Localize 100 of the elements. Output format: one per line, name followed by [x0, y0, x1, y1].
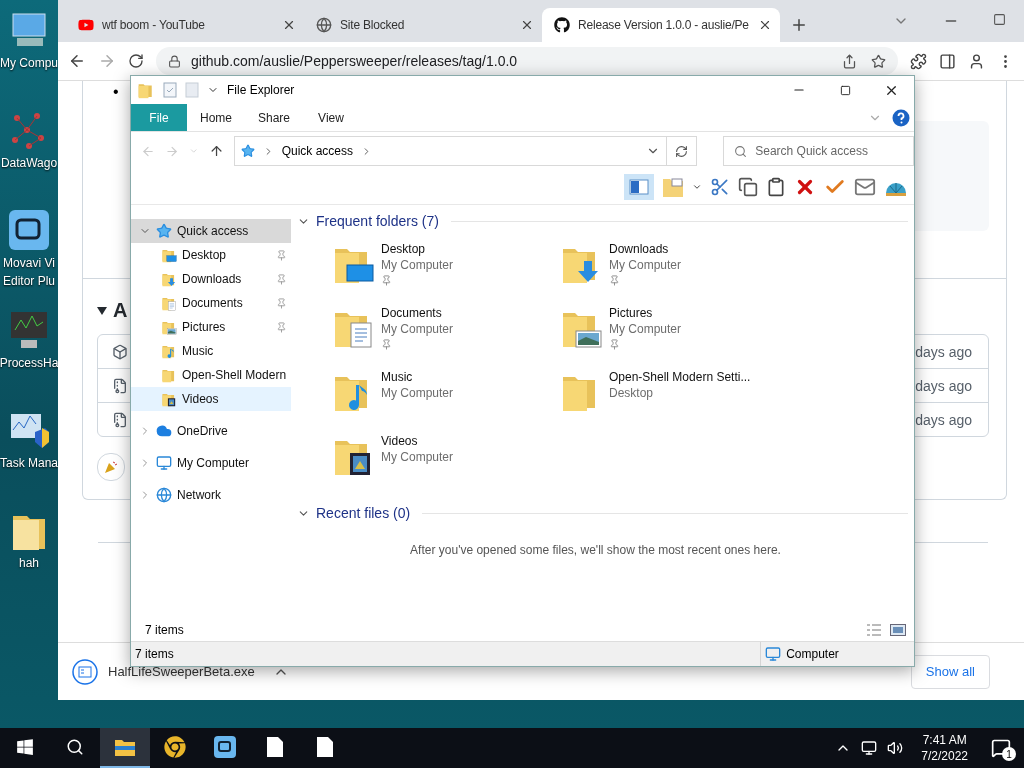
start-icon[interactable] [16, 738, 34, 756]
clock-date: 7/2/2022 [921, 748, 968, 764]
tree-label: Network [177, 488, 222, 502]
volume-icon[interactable] [887, 740, 904, 756]
folder-tile[interactable]: Desktop My Computer [331, 241, 559, 305]
email-icon[interactable] [854, 176, 876, 198]
tree-item[interactable]: Downloads [131, 267, 291, 291]
network-icon[interactable] [861, 740, 878, 756]
folder-icon [114, 737, 136, 757]
icon-label: My Compu [0, 56, 58, 70]
tree-item[interactable]: My Computer [131, 451, 291, 475]
folder-tile[interactable]: Pictures My Computer [559, 305, 787, 369]
search-input[interactable]: Search Quick access [755, 138, 913, 164]
icon-label: ProcessHa [0, 356, 59, 370]
window-title: File Explorer [227, 83, 295, 97]
folder-name: Documents [381, 305, 443, 321]
folder-tile[interactable]: Documents My Computer [331, 305, 559, 369]
asset-time: days ago [915, 377, 972, 394]
paste-icon[interactable] [766, 177, 786, 197]
preview-pane-icon[interactable] [624, 174, 654, 200]
folder-tile[interactable]: Downloads My Computer [559, 241, 787, 305]
tree-item[interactable]: Documents [131, 291, 291, 315]
reload-icon[interactable] [128, 53, 144, 69]
close-icon[interactable] [758, 18, 772, 32]
clock[interactable]: 7:41 AM 7/2/2022 [913, 732, 976, 764]
url-text: github.com/auslie/Peppersweeper/releases/tag/1.0.0 [191, 53, 518, 69]
new-tab-icon[interactable] [790, 16, 808, 34]
close-icon[interactable] [520, 18, 534, 32]
tree-label: Quick access [177, 224, 250, 238]
close-icon[interactable] [282, 18, 296, 32]
address-bar[interactable]: Quick access [233, 136, 668, 166]
search-icon [734, 144, 748, 158]
videos-icon [161, 391, 177, 407]
folder-location: My Computer [381, 321, 454, 337]
tab-title: wtf boom - YouTube [102, 18, 206, 32]
asset-time: days ago [915, 343, 972, 360]
folder-name: Pictures [609, 305, 654, 321]
ribbon-tab[interactable]: Home [187, 104, 245, 131]
ribbon-tab[interactable]: View [303, 104, 359, 131]
video-site-icon [78, 17, 94, 33]
share-icon[interactable] [842, 53, 857, 69]
octocat-icon [554, 17, 570, 33]
cloud-icon [156, 423, 172, 439]
folder-tile[interactable]: Music My Computer [331, 369, 559, 433]
search-field[interactable]: Search Quick access [723, 136, 914, 166]
taskbar-button[interactable] [100, 728, 150, 768]
browser-tab[interactable]: wtf boom - YouTube [66, 8, 304, 42]
help-icon[interactable] [892, 108, 910, 127]
dropdown-icon[interactable] [692, 182, 702, 192]
bookmark-icon[interactable] [871, 53, 886, 69]
tree-item[interactable]: Quick access [131, 219, 291, 243]
package-icon [112, 343, 128, 360]
status-text: 7 items [135, 647, 174, 661]
tab-title: Site Blocked [340, 18, 406, 32]
archive-icon [112, 411, 128, 428]
back-icon[interactable] [68, 52, 86, 70]
icon-label: hah [19, 556, 39, 570]
tree-item[interactable]: Videos [131, 387, 291, 411]
cut-icon[interactable] [710, 177, 730, 197]
folder-location: My Computer [381, 257, 454, 273]
disclosure-icon[interactable] [97, 306, 107, 315]
tree-item[interactable]: OneDrive [131, 419, 291, 443]
browser-tab[interactable]: Release Version 1.0.0 - auslie/Pe [542, 8, 780, 42]
tree-item[interactable]: Network [131, 483, 291, 507]
downloads-icon [161, 271, 177, 287]
tiles-view-icon[interactable] [890, 624, 906, 636]
tree-item[interactable]: Pictures [131, 315, 291, 339]
folder-location: Desktop [609, 385, 655, 401]
browser-tab[interactable]: Site Blocked [304, 8, 542, 42]
tree-item[interactable]: Music [131, 339, 291, 363]
side-panel-icon[interactable] [939, 52, 956, 70]
group-header[interactable]: Frequent folders (7) [316, 213, 439, 229]
icon-label: Movavi Vi [3, 256, 55, 270]
tree-item[interactable]: Desktop [131, 243, 291, 267]
maximize-icon[interactable] [839, 84, 851, 96]
notification-count: 1 [1002, 747, 1016, 761]
archive-icon [112, 377, 128, 394]
app-icon [214, 736, 236, 758]
breadcrumb[interactable]: Quick access [281, 144, 354, 158]
tree-item[interactable]: Open-Shell Modern [131, 363, 291, 387]
notifications-icon[interactable] [991, 738, 1011, 758]
profile-icon[interactable] [968, 52, 985, 70]
folder-name: Desktop [381, 241, 427, 257]
maximize-icon[interactable] [993, 13, 1006, 26]
copy-icon[interactable] [738, 177, 758, 197]
show-all-button[interactable]: Show all [910, 654, 990, 689]
music-icon [161, 343, 177, 359]
extensions-icon[interactable] [910, 52, 927, 70]
icon-label: Task Mana [0, 456, 58, 470]
download-filename: HalfLifeSweeperBeta.exe [108, 664, 255, 679]
folder-location: My Computer [381, 449, 454, 465]
refresh-icon[interactable] [675, 144, 689, 158]
computer-icon [765, 646, 782, 662]
search-icon[interactable] [66, 738, 84, 756]
star-icon [240, 144, 255, 158]
group-header[interactable]: Recent files (0) [316, 505, 411, 521]
folder-tile[interactable]: Open-Shell Modern Setti... Desktop [559, 369, 787, 433]
folder-tile[interactable]: Videos My Computer [331, 433, 559, 497]
address-bar[interactable]: github.com/auslie/Peppersweeper/releases/tag/1.0.0 [156, 47, 898, 75]
ribbon-tab[interactable]: Share [245, 104, 303, 131]
